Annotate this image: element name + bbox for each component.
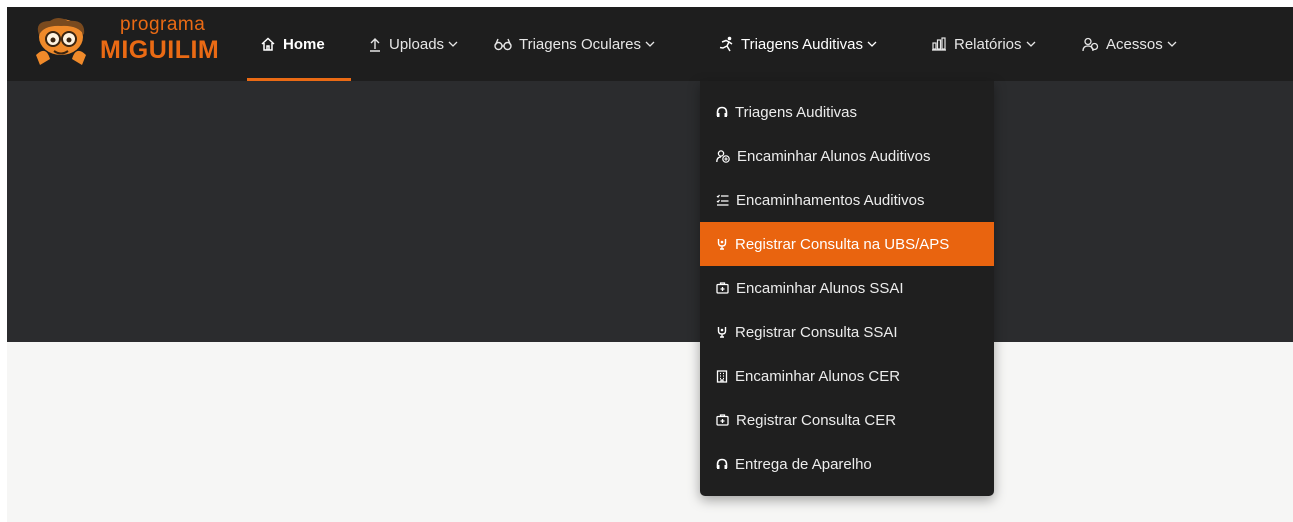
dropdown-item-registrar-consulta-cer[interactable]: Registrar Consulta CER — [700, 398, 994, 442]
mascot-icon — [36, 18, 86, 65]
users-icon — [1082, 37, 1099, 51]
dropdown-item-label: Encaminhar Alunos Auditivos — [737, 147, 931, 165]
dropdown-item-entrega-de-aparelho[interactable]: Entrega de Aparelho — [700, 442, 994, 486]
nav-triagens-oculares-label: Triagens Oculares — [519, 35, 641, 53]
chart-icon — [932, 37, 946, 51]
dropdown-item-label: Encaminhamentos Auditivos — [736, 191, 925, 209]
nav-home[interactable]: Home — [260, 30, 325, 58]
building-icon — [716, 369, 728, 383]
dropdown-item-encaminhar-alunos-ssai[interactable]: Encaminhar Alunos SSAI — [700, 266, 994, 310]
run-icon — [719, 36, 733, 52]
stethoscope-icon — [717, 239, 727, 250]
dropdown-item-encaminhar-alunos-auditivos[interactable]: Encaminhar Alunos Auditivos — [700, 134, 994, 178]
dropdown-item-label: Registrar Consulta SSAI — [735, 323, 898, 341]
chevron-down-icon — [867, 41, 877, 47]
nav-triagens-auditivas-label: Triagens Auditivas — [741, 35, 864, 53]
nav-triagens-auditivas[interactable]: Triagens Auditivas — [719, 30, 884, 58]
nav-relatorios-label: Relatórios — [954, 35, 1022, 53]
user-add-icon — [716, 149, 730, 163]
nav-home-label: Home — [283, 35, 325, 53]
dropdown-item-encaminhamentos-auditivos[interactable]: Encaminhamentos Auditivos — [700, 178, 994, 222]
dropdown-item-label: Registrar Consulta CER — [736, 411, 897, 429]
brand-logo[interactable]: programa MIGUILIM — [32, 11, 232, 73]
dropdown-item-label: Encaminhar Alunos CER — [735, 367, 901, 385]
nav-relatorios[interactable]: Relatórios — [931, 30, 1043, 58]
upload-icon — [370, 38, 380, 52]
list-icon — [716, 194, 729, 206]
triagens-auditivas-dropdown: Triagens Auditivas Encaminhar Alunos Aud… — [700, 81, 994, 496]
nav-uploads[interactable]: Uploads — [368, 30, 465, 58]
dropdown-item-registrar-consulta-ssai[interactable]: Registrar Consulta SSAI — [700, 310, 994, 354]
hero-banner — [7, 81, 1293, 342]
headphones-icon — [716, 106, 728, 117]
dropdown-item-label: Entrega de Aparelho — [735, 455, 872, 473]
nav-triagens-oculares[interactable]: Triagens Oculares — [494, 30, 662, 58]
stethoscope-icon — [717, 327, 727, 338]
dropdown-item-triagens-auditivas[interactable]: Triagens Auditivas — [700, 90, 994, 134]
nav-acessos[interactable]: Acessos — [1082, 30, 1184, 58]
dropdown-item-label: Registrar Consulta na UBS/APS — [735, 235, 950, 253]
active-nav-indicator — [247, 78, 351, 81]
medical-box-icon — [716, 282, 729, 294]
chevron-down-icon — [448, 41, 458, 47]
chevron-down-icon — [1167, 41, 1177, 47]
glasses-icon — [494, 38, 512, 51]
dropdown-item-encaminhar-alunos-cer[interactable]: Encaminhar Alunos CER — [700, 354, 994, 398]
dropdown-item-label: Encaminhar Alunos SSAI — [736, 279, 904, 297]
app-frame: programa MIGUILIM Home Uploads Triagens … — [7, 7, 1293, 522]
brand-small-text: programa — [120, 14, 206, 35]
dropdown-item-registrar-consulta-ubs-aps[interactable]: Registrar Consulta na UBS/APS — [700, 222, 994, 266]
nav-acessos-label: Acessos — [1106, 35, 1163, 53]
top-navbar: programa MIGUILIM Home Uploads Triagens … — [7, 7, 1293, 81]
nav-uploads-label: Uploads — [389, 35, 445, 53]
headphones-icon — [716, 458, 728, 469]
chevron-down-icon — [1026, 41, 1035, 47]
dropdown-item-label: Triagens Auditivas — [735, 103, 858, 121]
chevron-down-icon — [645, 41, 655, 47]
brand-title: MIGUILIM — [100, 36, 220, 64]
home-icon — [261, 37, 275, 51]
medical-box-icon — [716, 414, 729, 426]
